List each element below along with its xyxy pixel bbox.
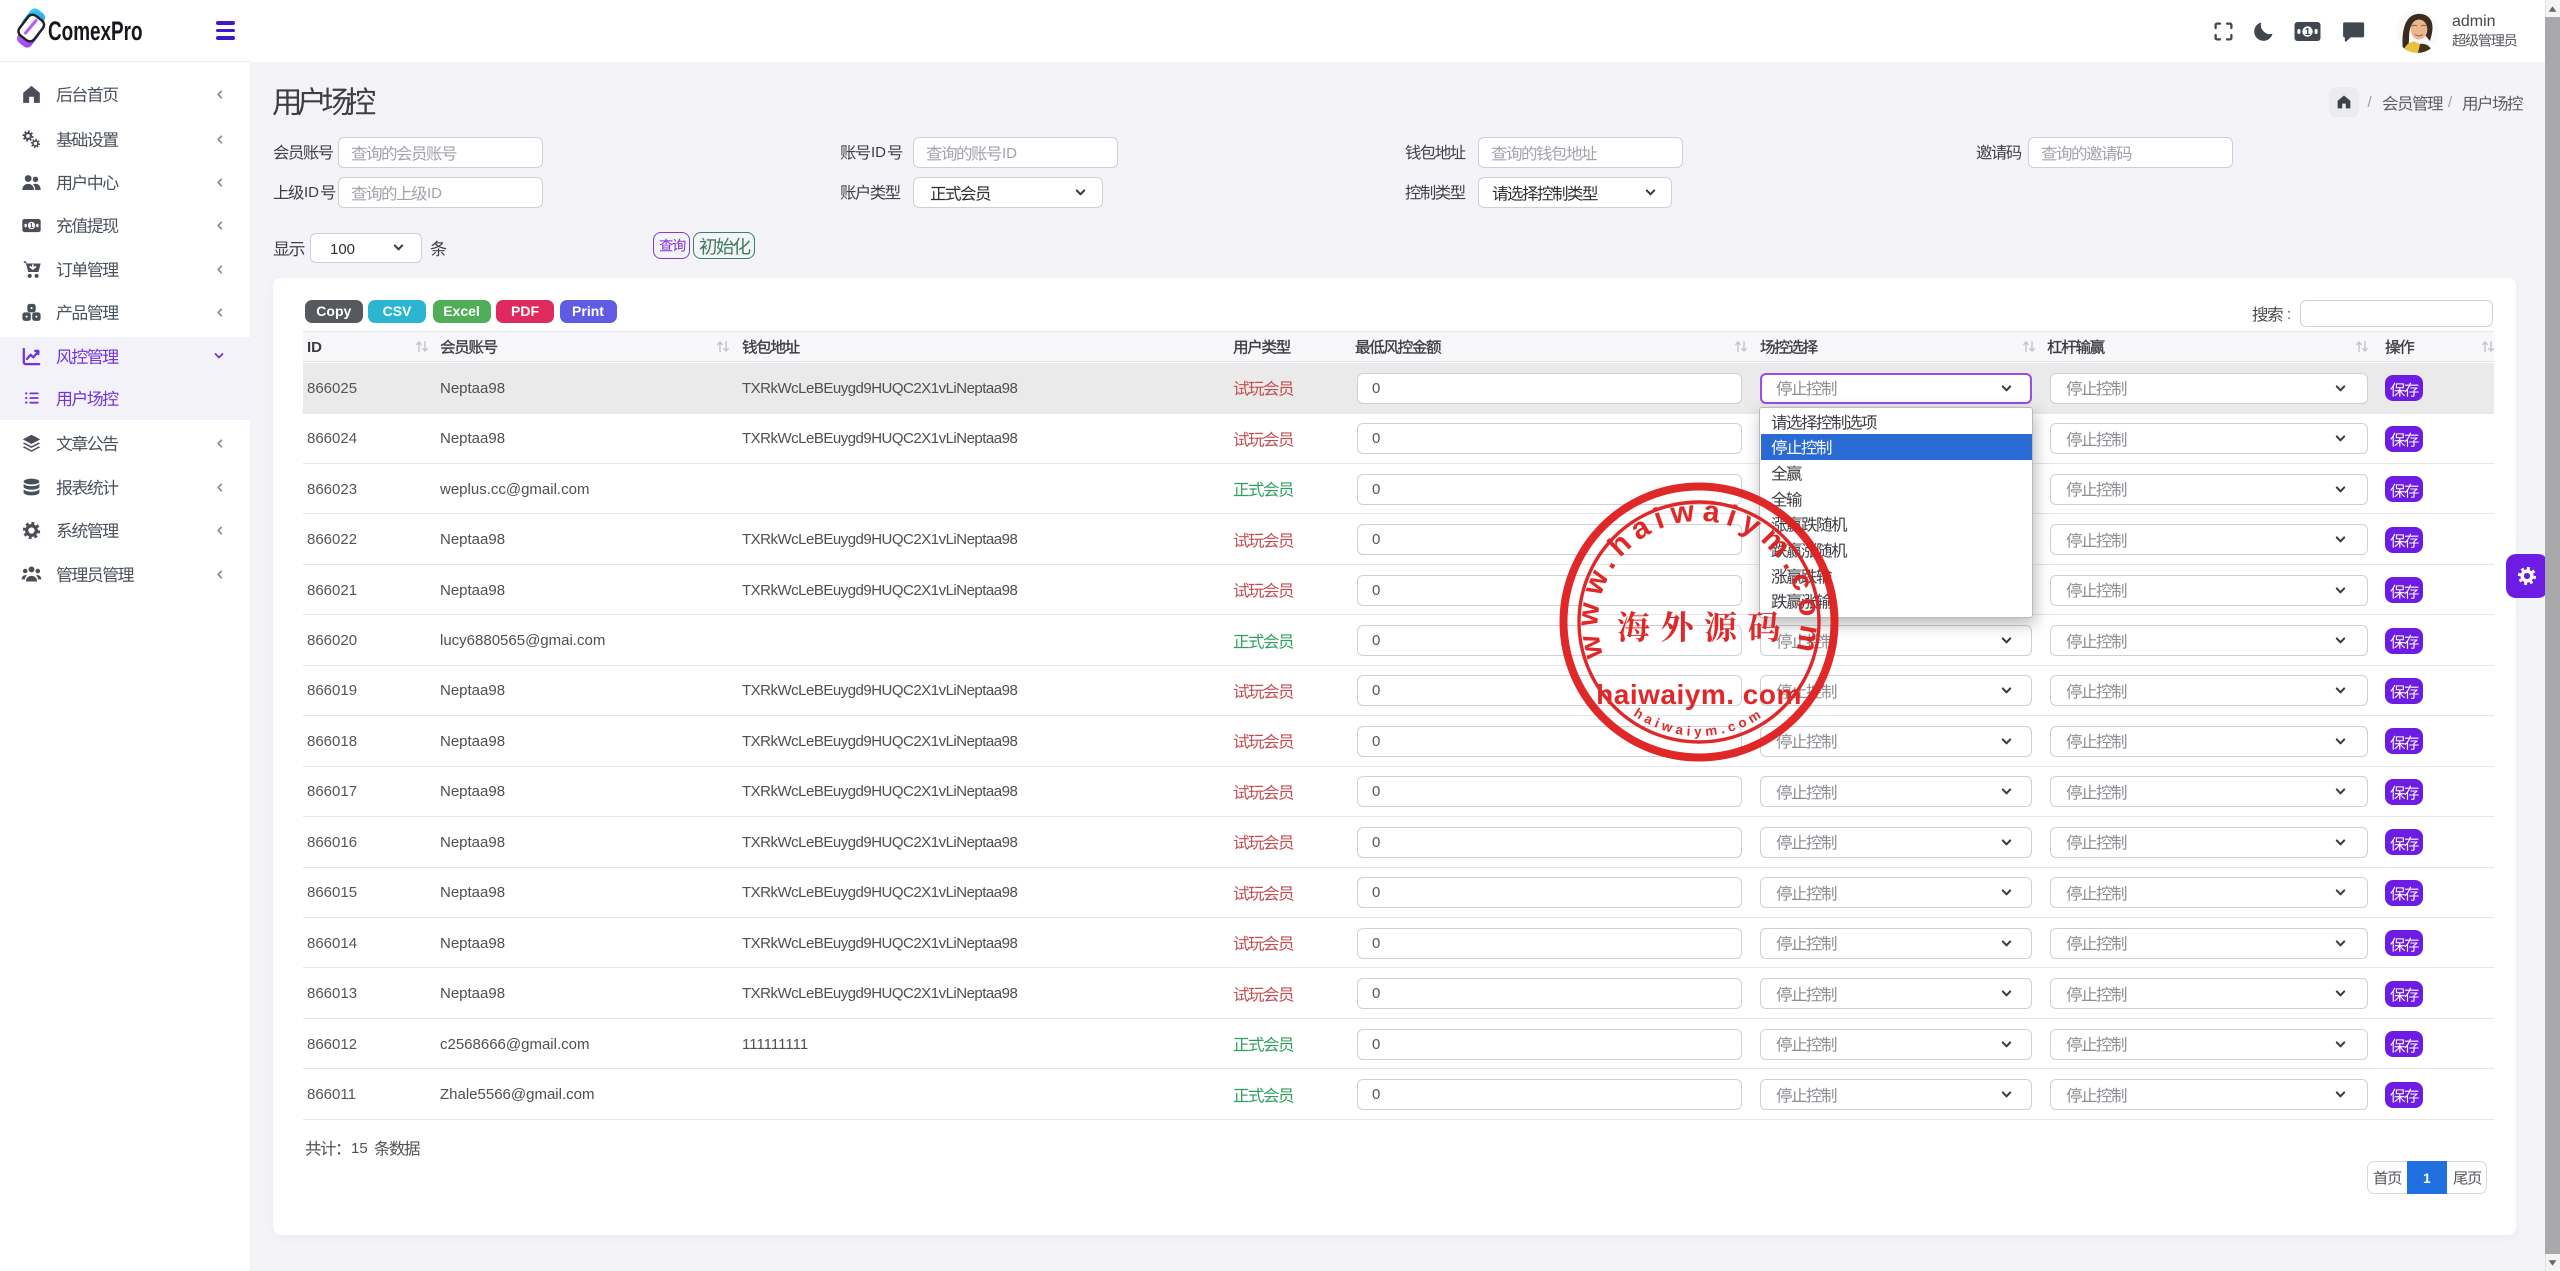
svg-text:haiwaiym. com: haiwaiym. com <box>1596 679 1802 710</box>
svg-text:1: 1 <box>2305 27 2311 38</box>
svg-text:1: 1 <box>30 223 34 230</box>
